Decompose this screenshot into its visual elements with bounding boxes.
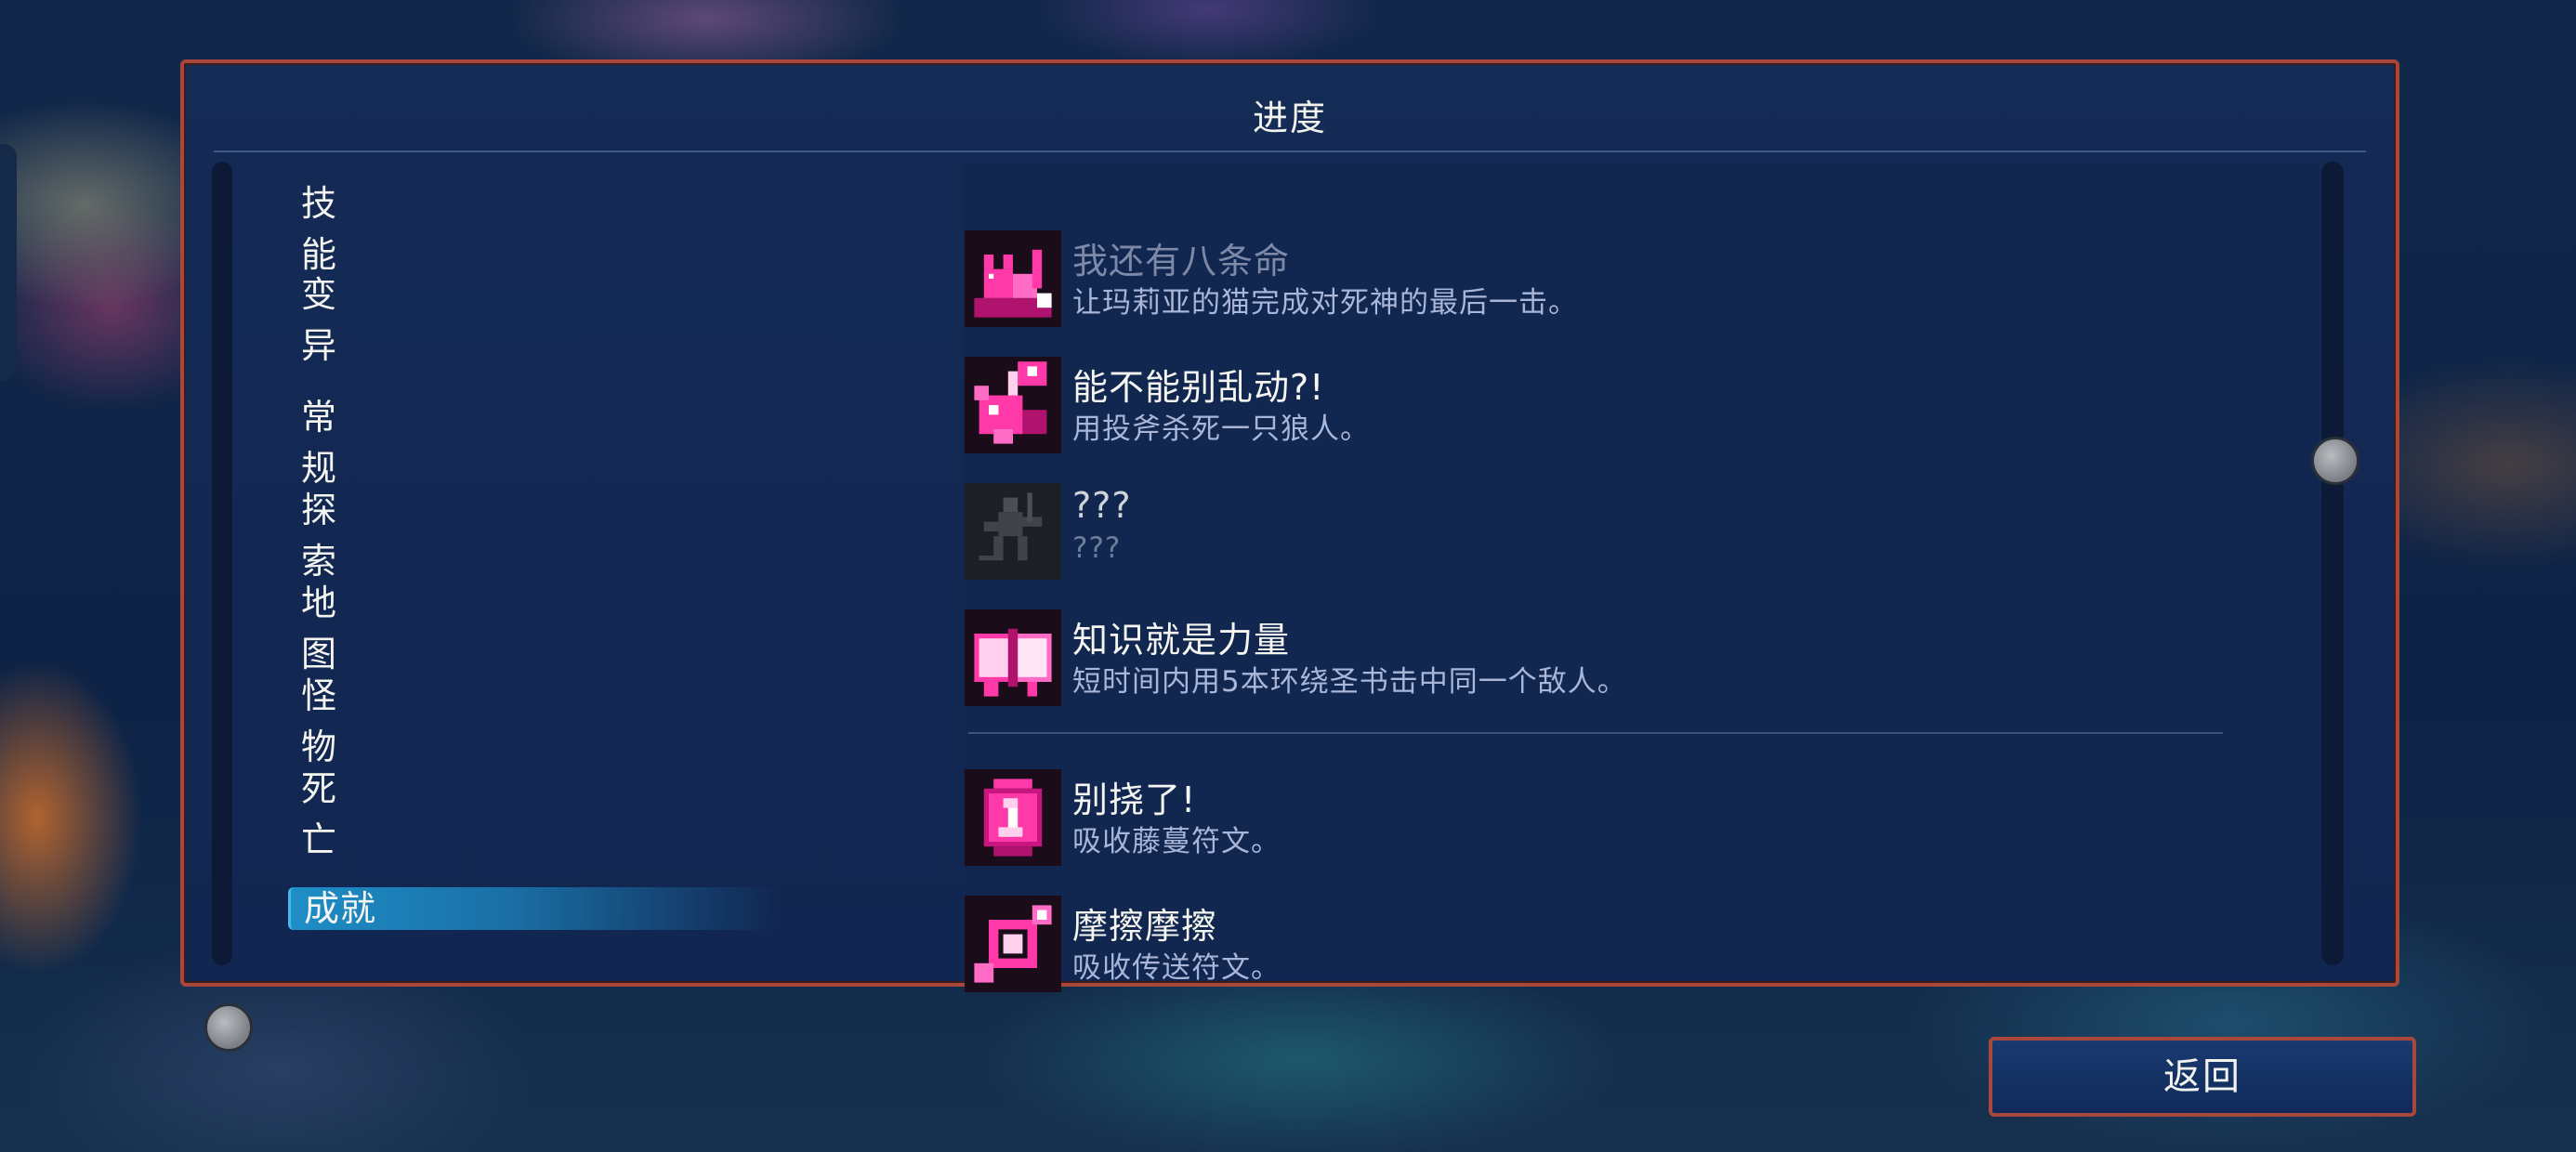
achievement-name: 知识就是力量 [1072,620,1291,661]
achievement-name: 能不能别乱动?! [1072,367,1325,408]
nav-item-exploration[interactable]: 探索 [301,481,337,583]
locked-figure-icon [965,483,1061,580]
list-scrollbar-track[interactable] [2321,162,2344,965]
nav-item-skills[interactable]: 技能 [301,175,337,277]
achievement-row[interactable]: ??? ??? [963,483,2171,582]
achievement-row[interactable]: 别挠了! 吸收藤蔓符文。 [963,769,2171,868]
achievement-row[interactable]: 能不能别乱动?! 用投斧杀死一只狼人。 [963,357,2171,455]
progress-panel: 进度 技能 变异 常规 探索 地图 怪物 死亡 成就 我还有八条命 让玛莉亚的猫… [180,59,2399,1052]
achievement-desc: 让玛莉亚的猫完成对死神的最后一击。 [1072,286,1578,320]
teleport-rune-icon [965,896,1061,992]
nav-item-map[interactable]: 地图 [301,574,337,676]
back-button[interactable]: 返回 [1989,1037,2416,1117]
achievement-desc: 吸收传送符文。 [1072,951,1281,985]
list-scrollbar-knob[interactable] [2311,437,2359,485]
achievement-name: 摩擦摩擦 [1072,906,1218,947]
nav-item-general[interactable]: 常规 [301,388,337,491]
achievement-row[interactable]: 知识就是力量 短时间内用5本环绕圣书击中同一个敌人。 [963,609,2171,708]
axe-werewolf-icon [965,357,1061,453]
panel-title: 进度 [1252,98,1327,138]
book-icon [965,609,1061,706]
nav-item-monsters[interactable]: 怪物 [301,667,337,769]
achievement-list[interactable]: 我还有八条命 让玛莉亚的猫完成对死神的最后一击。 能不能别乱动?! 用投斧杀死一… [963,164,2320,992]
achievement-desc: 吸收藤蔓符文。 [1072,825,1281,858]
nav-scrollbar-knob[interactable] [204,1003,253,1052]
nav-item-deaths[interactable]: 死亡 [301,760,337,862]
cat-icon [965,230,1061,327]
title-divider [214,151,2366,152]
achievement-desc: 短时间内用5本环绕圣书击中同一个敌人。 [1072,665,1627,699]
achievement-row[interactable]: 摩擦摩擦 吸收传送符文。 [963,896,2171,994]
achievement-name: 我还有八条命 [1072,241,1291,281]
achievement-row[interactable]: 我还有八条命 让玛莉亚的猫完成对死神的最后一击。 [963,230,2171,329]
achievement-name: ??? [1072,485,1132,526]
vine-rune-icon [965,769,1061,866]
nav-item-mutations[interactable]: 变异 [301,266,337,368]
section-divider [968,732,2223,734]
nav-item-achievements[interactable]: 成就 [288,887,778,930]
achievement-name: 别挠了! [1072,779,1197,820]
achievement-desc: ??? [1072,531,1122,565]
achievement-desc: 用投斧杀死一只狼人。 [1072,412,1370,446]
nav-scrollbar-track[interactable] [212,162,232,965]
side-tab [0,144,17,381]
